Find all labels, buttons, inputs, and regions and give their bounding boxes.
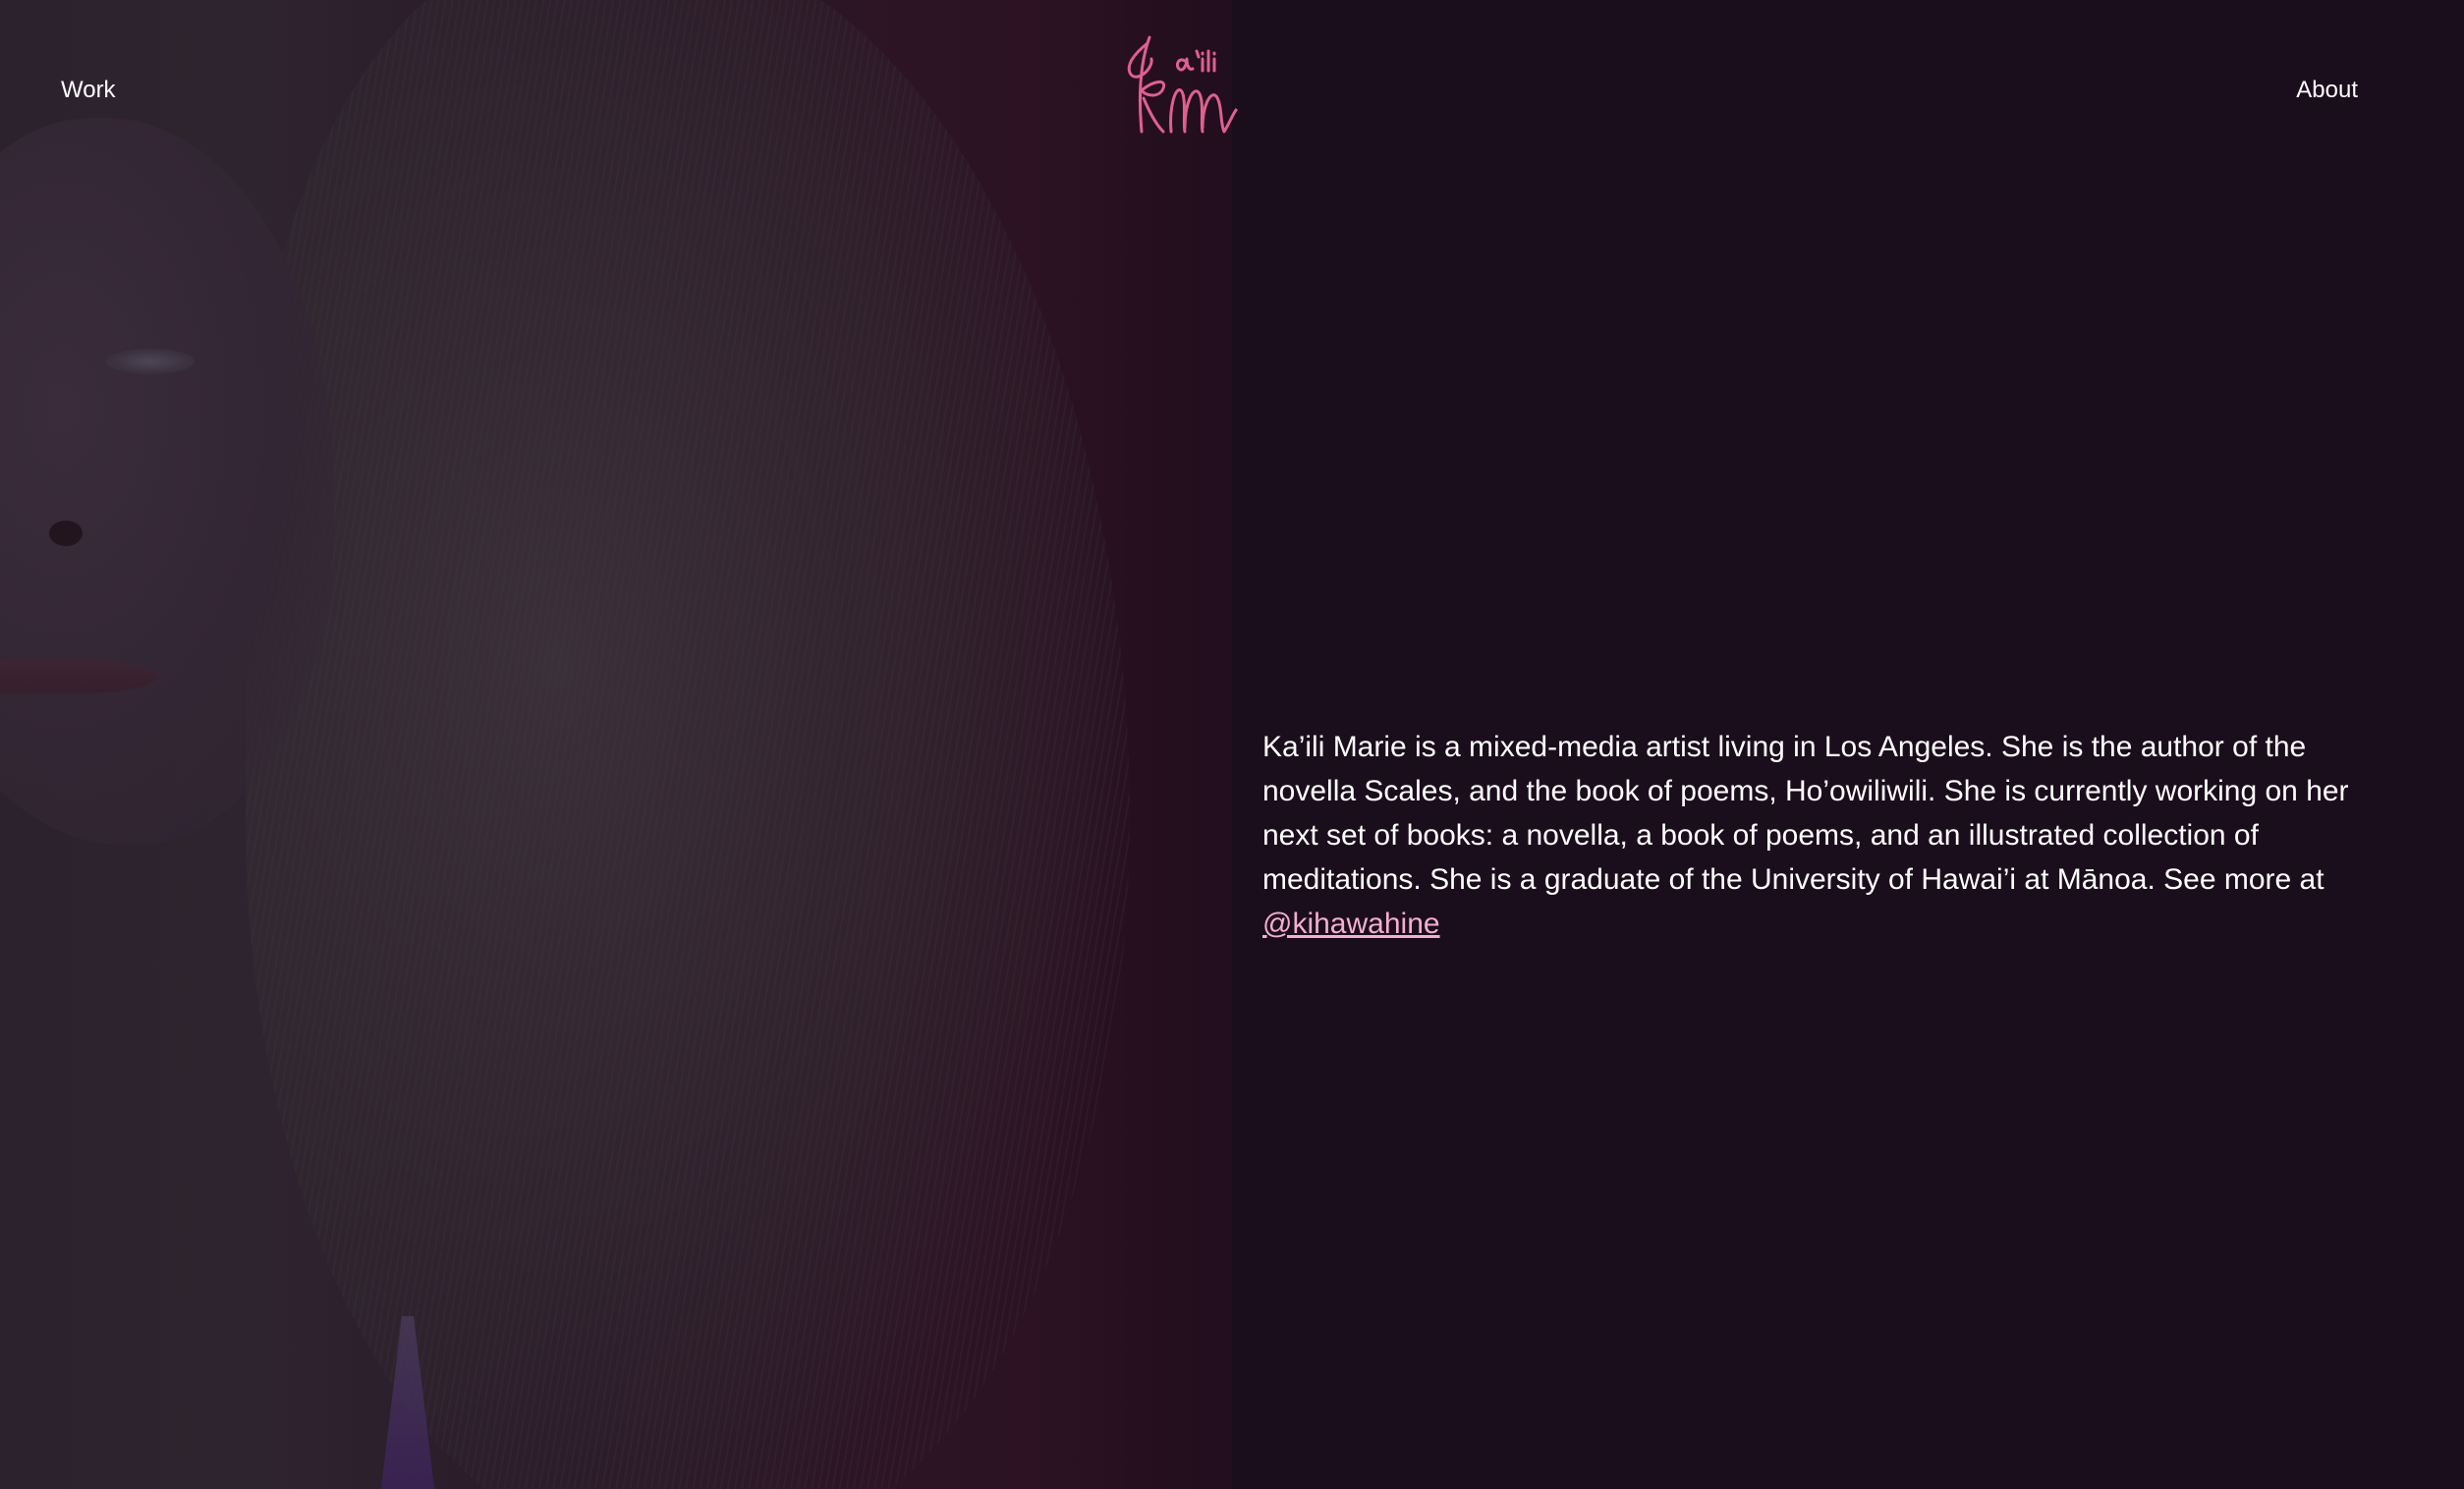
portrait-hair [246, 0, 1130, 1489]
portrait-nose [49, 521, 83, 546]
portrait-lips [0, 660, 157, 693]
logo-svg [1127, 35, 1238, 134]
portrait-photo [0, 0, 1232, 1489]
bio-paragraph: Ka’ili Marie is a mixed-media artist liv… [1262, 725, 2353, 946]
nav-work-link[interactable]: Work [61, 77, 116, 104]
portrait-face [0, 118, 334, 845]
portrait-eye [106, 349, 195, 374]
about-page: Work About Ka’ili Marie is a mixed-media… [0, 0, 2464, 1489]
signature-logo-icon[interactable] [1120, 29, 1258, 139]
bio-text: Ka’ili Marie is a mixed-media artist liv… [1262, 731, 2349, 896]
instagram-handle-link[interactable]: @kihawahine [1262, 908, 1440, 940]
nav-about-link[interactable]: About [2296, 77, 2358, 104]
